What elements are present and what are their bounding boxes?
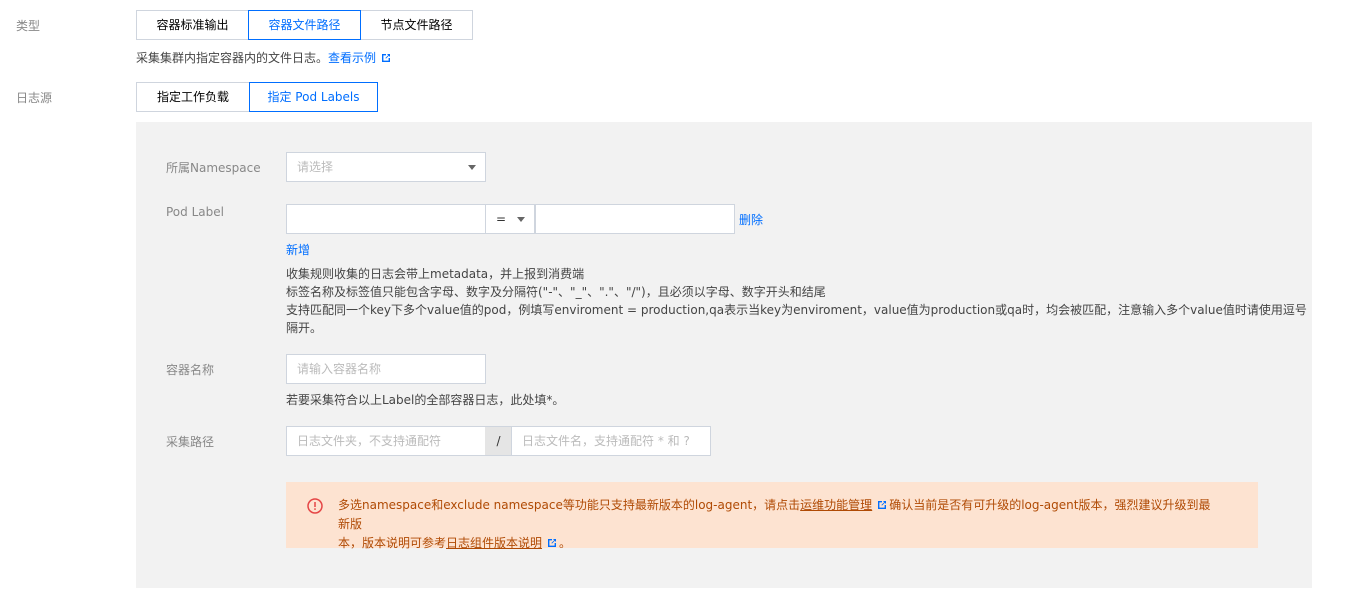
log-agent-release-notes-link[interactable]: 日志组件版本说明 — [446, 536, 542, 550]
desc-line: 收集规则收集的日志会带上metadata，并上报到消费端 — [286, 267, 585, 281]
log-source-label: 日志源 — [16, 91, 53, 105]
log-source-option-workload[interactable]: 指定工作负载 — [136, 82, 250, 112]
type-option-container-stdout[interactable]: 容器标准输出 — [136, 10, 249, 40]
chevron-down-icon — [468, 165, 476, 170]
operator-value: = — [496, 212, 507, 226]
type-option-node-file-path[interactable]: 节点文件路径 — [360, 10, 473, 40]
type-hint: 采集集群内指定容器内的文件日志。查看示例 — [136, 49, 391, 66]
log-dir-input[interactable]: 日志文件夹，不支持通配符 — [286, 426, 486, 456]
view-example-link-label: 查看示例 — [328, 51, 377, 65]
log-source-segmented-control: 指定工作负载 指定 Pod Labels — [136, 82, 378, 112]
pod-label-description: 收集规则收集的日志会带上metadata，并上报到消费端 标签名称及标签值只能包… — [286, 265, 1307, 337]
pod-label-value-input[interactable] — [535, 204, 735, 234]
view-example-link[interactable]: 查看示例 — [328, 51, 391, 65]
add-label-link[interactable]: 新增 — [286, 241, 310, 258]
ops-feature-management-link[interactable]: 运维功能管理 — [800, 498, 872, 512]
external-link-icon — [878, 501, 887, 509]
external-link-icon — [548, 539, 557, 547]
warning-icon — [307, 498, 323, 514]
desc-line: 支持匹配同一个key下多个value值的pod，例填写enviroment = … — [286, 303, 1307, 317]
container-name-input[interactable]: 请输入容器名称 — [286, 354, 486, 384]
pod-label-key-input[interactable] — [286, 204, 486, 234]
log-source-option-pod-labels[interactable]: 指定 Pod Labels — [249, 82, 378, 112]
external-link-icon — [382, 54, 391, 62]
type-label: 类型 — [16, 19, 41, 33]
log-file-input[interactable]: 日志文件名，支持通配符 * 和 ? — [511, 426, 711, 456]
chevron-down-icon — [517, 217, 525, 222]
warning-text-1: 多选namespace和exclude namespace等功能只支持最新版本的… — [338, 498, 801, 512]
pod-label-label: Pod Label — [166, 205, 224, 219]
namespace-select[interactable]: 请选择 — [286, 152, 486, 182]
container-name-label: 容器名称 — [166, 363, 215, 377]
path-separator: / — [485, 426, 512, 456]
namespace-placeholder: 请选择 — [297, 160, 334, 174]
warning-text: 多选namespace和exclude namespace等功能只支持最新版本的… — [338, 496, 1218, 553]
type-segmented-control: 容器标准输出 容器文件路径 节点文件路径 — [136, 10, 473, 40]
type-option-container-file-path[interactable]: 容器文件路径 — [248, 10, 361, 40]
collect-path-label: 采集路径 — [166, 435, 215, 449]
namespace-label: 所属Namespace — [166, 161, 261, 175]
container-name-hint: 若要采集符合以上Label的全部容器日志，此处填*。 — [286, 393, 565, 407]
pod-label-operator-select[interactable]: = — [485, 204, 535, 234]
warning-text-3: 本，版本说明可参考 — [338, 536, 447, 550]
delete-label-link[interactable]: 删除 — [739, 211, 763, 228]
warning-text-4: 。 — [559, 536, 572, 550]
upgrade-warning: 多选namespace和exclude namespace等功能只支持最新版本的… — [286, 482, 1258, 550]
type-hint-text: 采集集群内指定容器内的文件日志。 — [136, 51, 329, 65]
desc-line: 标签名称及标签值只能包含字母、数字及分隔符("-"、"_"、"."、"/")，且… — [286, 285, 826, 299]
desc-line: 隔开。 — [286, 321, 323, 335]
